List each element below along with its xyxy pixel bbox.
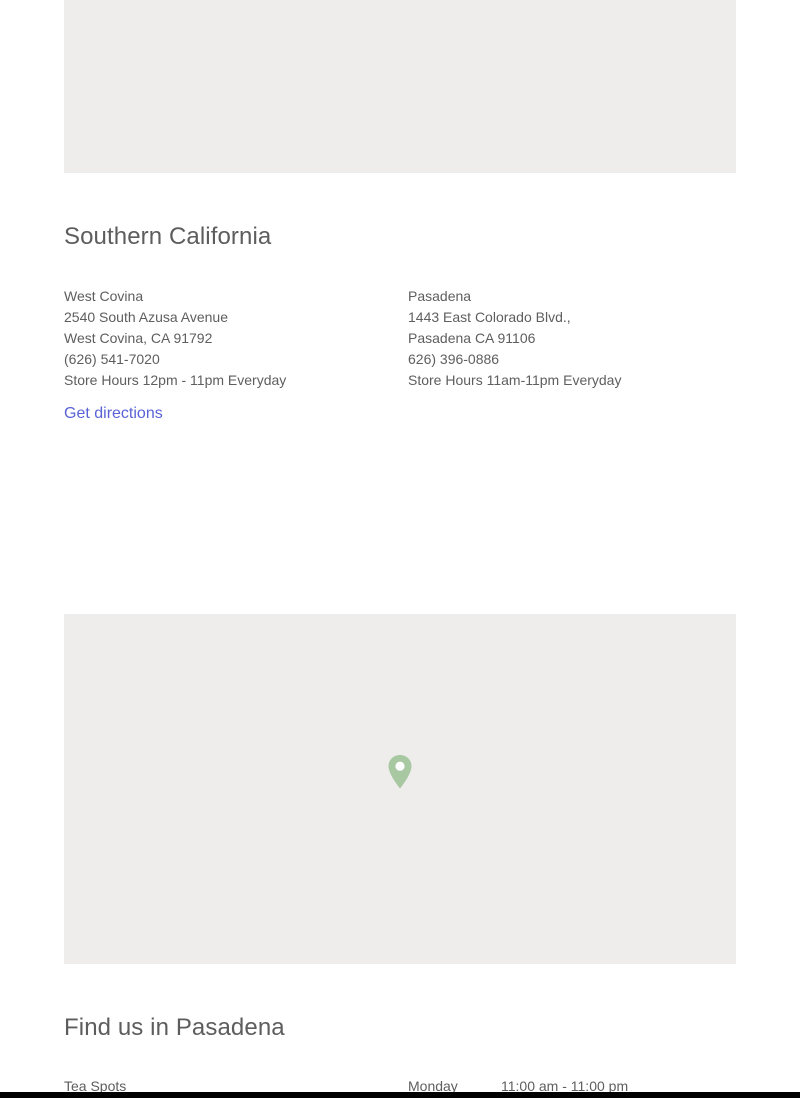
store-name: West Covina — [64, 288, 144, 304]
get-directions-link[interactable]: Get directions — [64, 404, 163, 424]
store-name: Pasadena — [408, 288, 472, 304]
find-us-title: Find us in Pasadena — [64, 1014, 285, 1041]
store-pasadena: Pasadena 1443 East Colorado Blvd., Pasad… — [408, 286, 621, 391]
map-bottom[interactable] — [64, 614, 736, 964]
store-west-covina: West Covina 2540 South Azusa Avenue West… — [64, 286, 286, 424]
map-pin-icon[interactable] — [387, 754, 413, 790]
store-address-line2: Pasadena CA 91106 — [408, 330, 536, 346]
store-phone: (626) 541-7020 — [64, 351, 160, 367]
store-hours: Store Hours 12pm - 11pm Everyday — [64, 372, 287, 388]
store-address-line2: West Covina, CA 91792 — [64, 330, 213, 346]
region-title: Southern California — [64, 223, 272, 250]
store-address-line1: 2540 South Azusa Avenue — [64, 309, 228, 325]
store-hours: Store Hours 11am-11pm Everyday — [408, 372, 622, 388]
map-top[interactable] — [64, 0, 736, 173]
store-address-line1: 1443 East Colorado Blvd., — [408, 309, 571, 325]
store-phone: 626) 396-0886 — [408, 351, 500, 367]
bottom-edge-bar — [0, 1092, 800, 1098]
